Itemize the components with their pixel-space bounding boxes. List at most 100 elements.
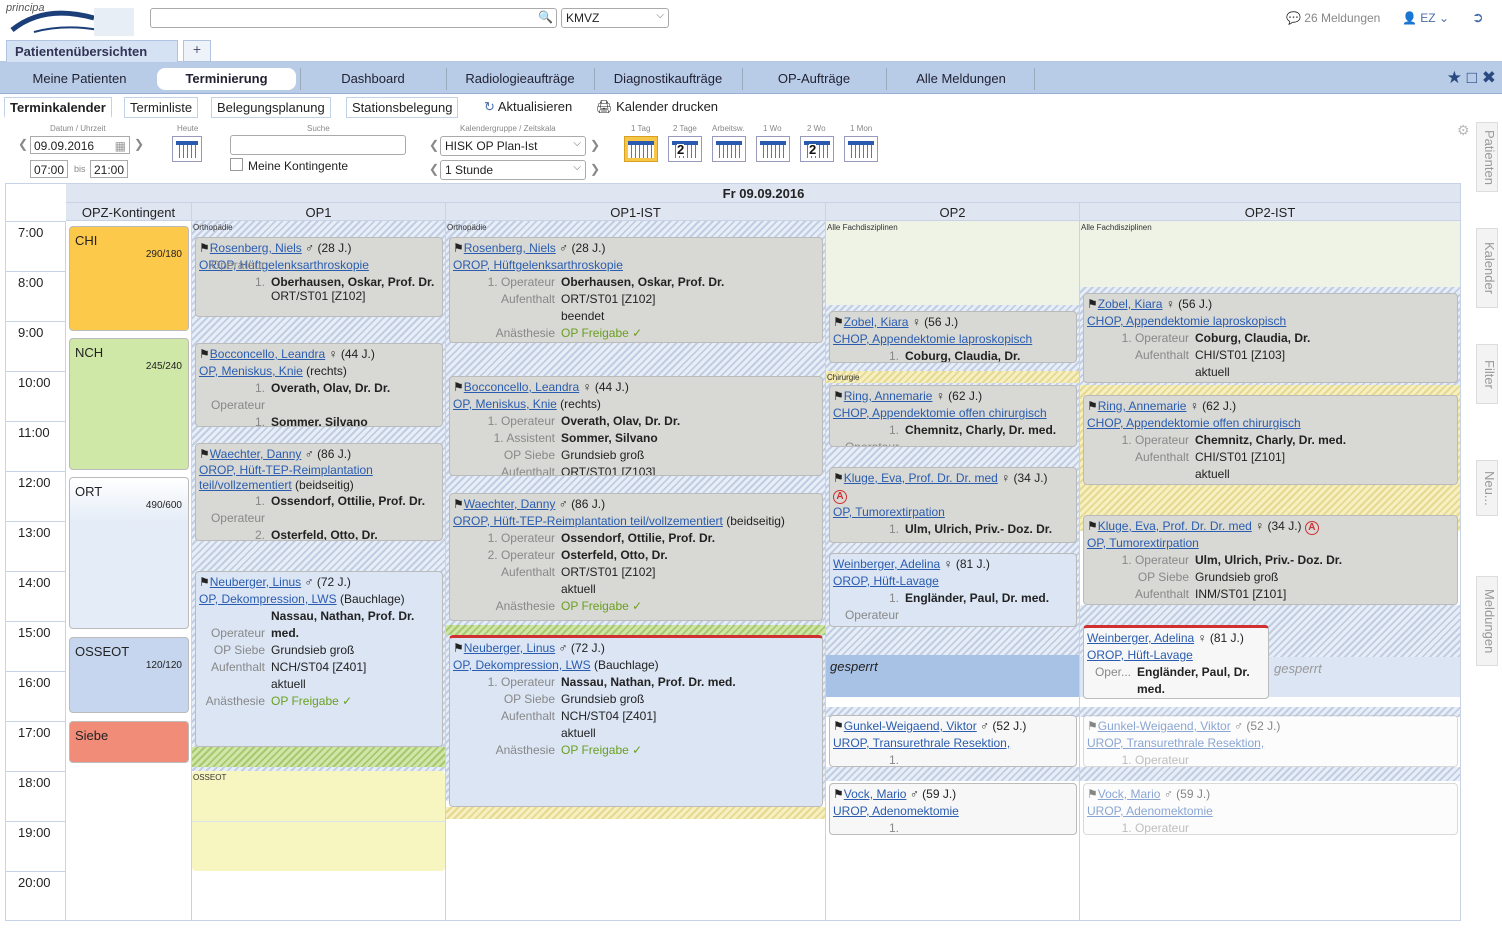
procedure-link[interactable]: UROP, Adenomektomie <box>1087 803 1454 820</box>
sidetab-neu[interactable]: Neu... <box>1476 460 1498 516</box>
contingent-osseot[interactable]: OSSEOT 120/120 <box>69 637 189 713</box>
clinic-select[interactable]: KMVZ ⌵ <box>561 8 669 28</box>
add-tab-button[interactable]: + <box>183 40 211 62</box>
procedure-link[interactable]: UROP, Transurethrale Resektion, <box>833 735 1073 752</box>
star-icon[interactable]: ★ <box>1447 68 1462 87</box>
sidetab-filter[interactable]: Filter <box>1476 344 1498 404</box>
procedure-link[interactable]: OP, Meniskus, Knie <box>199 364 303 378</box>
alert-icon[interactable]: A <box>1304 521 1319 535</box>
appointment-card[interactable]: ⚑Gunkel-Weigaend, Viktor ♂ (52 J.) UROP,… <box>1083 715 1458 767</box>
appointment-card[interactable]: ⚑Zobel, Kiara ♀ (56 J.) CHOP, Appendekto… <box>1083 293 1458 383</box>
next-scale-icon[interactable]: ❯ <box>590 162 600 176</box>
tab-terminliste[interactable]: Terminliste <box>124 97 199 118</box>
procedure-link[interactable]: OROP, Hüft-Lavage <box>1087 647 1265 664</box>
appointment-card[interactable]: ⚑Bocconcello, Leandra ♀ (44 J.) OP, Meni… <box>195 343 443 427</box>
time-from-input[interactable]: 07:00 <box>30 160 68 178</box>
today-calendar-icon[interactable] <box>172 136 202 162</box>
contingent-ort[interactable]: ORT 490/600 <box>69 477 189 629</box>
appointment-card[interactable]: ⚑Ring, Annemarie ♀ (62 J.) CHOP, Appende… <box>1083 395 1458 485</box>
maximize-icon[interactable]: □ <box>1467 68 1477 87</box>
nav-dashboard[interactable]: Dashboard <box>304 68 442 90</box>
patient-link[interactable]: Zobel, Kiara <box>844 315 909 329</box>
appointment-card[interactable]: Weinberger, Adelina ♀ (81 J.) OROP, Hüft… <box>1083 625 1269 699</box>
nav-diagnostikauftraege[interactable]: Diagnostikaufträge <box>598 68 738 90</box>
appointment-card[interactable]: ⚑Vock, Mario ♂ (59 J.) UROP, Adenomektom… <box>1083 783 1458 835</box>
tab-stationsbelegung[interactable]: Stationsbelegung <box>346 97 459 118</box>
contingent-nch[interactable]: NCH 245/240 <box>69 338 189 470</box>
procedure-link[interactable]: OROP, Hüftgelenksarthroskopie <box>453 257 819 274</box>
appointment-card[interactable]: ⚑Ring, Annemarie ♀ (62 J.) CHOP, Appende… <box>829 385 1077 447</box>
view-1-monat-button[interactable] <box>844 136 878 162</box>
procedure-link[interactable]: UROP, Transurethrale Resektion, <box>1087 735 1454 752</box>
view-2-wochen-button[interactable]: 2 <box>800 136 834 162</box>
print-button[interactable]: 🖨 Kalender drucken <box>596 99 718 115</box>
nav-op-auftraege[interactable]: OP-Aufträge <box>746 68 882 90</box>
nav-terminierung[interactable]: Terminierung <box>157 68 296 90</box>
appointment-card[interactable]: ⚑Waechter, Danny ♂ (86 J.) OROP, Hüft-TE… <box>195 443 443 541</box>
patient-link[interactable]: Bocconcello, Leandra <box>464 380 579 394</box>
contingent-checkbox[interactable] <box>230 158 243 171</box>
procedure-link[interactable]: CHOP, Appendektomie offen chirurgisch <box>1087 415 1454 432</box>
sidetab-kalender[interactable]: Kalender <box>1476 228 1498 308</box>
appointment-card[interactable]: ⚑Zobel, Kiara ♀ (56 J.) CHOP, Appendekto… <box>829 311 1077 363</box>
patient-link[interactable]: Neuberger, Linus <box>464 641 555 655</box>
procedure-link[interactable]: OROP, Hüft-TEP-Reimplantation teil/vollz… <box>453 514 723 528</box>
patient-link[interactable]: Rosenberg, Niels <box>210 241 302 255</box>
global-search-input[interactable]: 🔍 <box>150 8 557 28</box>
settings-gear-icon[interactable]: ⚙ <box>1457 122 1470 139</box>
tab-patientenuebersichten[interactable]: Patientenübersichten <box>6 40 178 62</box>
next-group-icon[interactable]: ❯ <box>590 138 600 152</box>
patient-link[interactable]: Vock, Mario <box>1098 787 1161 801</box>
patient-link[interactable]: Gunkel-Weigaend, Viktor <box>844 719 977 733</box>
patient-link[interactable]: Neuberger, Linus <box>210 575 301 589</box>
appointment-card[interactable]: ⚑Rosenberg, Niels ♂ (28 J.) OROP, Hüftge… <box>449 237 823 343</box>
refresh-button[interactable]: ↻ Aktualisieren <box>484 99 572 115</box>
patient-link[interactable]: Vock, Mario <box>844 787 907 801</box>
principa-logo[interactable]: principa <box>4 2 134 38</box>
prev-scale-icon[interactable]: ❮ <box>429 162 439 176</box>
tab-terminkalender[interactable]: Terminkalender <box>4 97 112 118</box>
procedure-link[interactable]: OROP, Hüft-Lavage <box>833 573 1073 590</box>
view-2-tage-button[interactable]: 2 <box>668 136 702 162</box>
patient-link[interactable]: Zobel, Kiara <box>1098 297 1163 311</box>
calendar-search-input[interactable] <box>230 135 406 155</box>
appointment-card[interactable]: ⚑Vock, Mario ♂ (59 J.) UROP, Adenomektom… <box>829 783 1077 835</box>
patient-link[interactable]: Weinberger, Adelina <box>833 557 940 571</box>
tab-belegungsplanung[interactable]: Belegungsplanung <box>211 97 331 118</box>
appointment-card[interactable]: ⚑Gunkel-Weigaend, Viktor ♂ (52 J.) UROP,… <box>829 715 1077 767</box>
appointment-card[interactable]: ⚑Bocconcello, Leandra ♀ (44 J.) OP, Meni… <box>449 376 823 476</box>
time-to-input[interactable]: 21:00 <box>90 160 128 178</box>
view-1-tag-button[interactable] <box>624 136 658 162</box>
logout-icon[interactable]: ➲ <box>1472 9 1484 26</box>
procedure-link[interactable]: OP, Dekompression, LWS <box>199 592 337 606</box>
nav-alle-meldungen[interactable]: Alle Meldungen <box>890 68 1032 90</box>
search-icon[interactable]: 🔍 <box>538 10 553 24</box>
procedure-link[interactable]: OP, Meniskus, Knie <box>453 397 557 411</box>
appointment-card[interactable]: ⚑Rosenberg, Niels ♂ (28 J.) OROP, Hüftge… <box>195 237 443 317</box>
contingent-siebe[interactable]: Siebe <box>69 721 189 763</box>
patient-link[interactable]: Ring, Annemarie <box>1098 399 1187 413</box>
patient-link[interactable]: Kluge, Eva, Prof. Dr. Dr. med <box>844 471 998 485</box>
appointment-card[interactable]: ⚑Waechter, Danny ♂ (86 J.) OROP, Hüft-TE… <box>449 493 823 621</box>
procedure-link[interactable]: CHOP, Appendektomie laproskopisch <box>833 331 1073 348</box>
sidetab-meldungen[interactable]: Meldungen <box>1476 576 1498 666</box>
patient-link[interactable]: Rosenberg, Niels <box>464 241 556 255</box>
procedure-link[interactable]: OP, Tumorextirpation <box>1087 535 1454 552</box>
alert-icon[interactable]: A <box>833 490 847 504</box>
procedure-link[interactable]: UROP, Adenomektomie <box>833 803 1073 820</box>
sidetab-patienten[interactable]: Patienten <box>1476 122 1498 192</box>
calendar-group-select[interactable]: HISK OP Plan-Ist ⌵ <box>440 136 586 156</box>
procedure-link[interactable]: OP, Dekompression, LWS <box>453 658 591 672</box>
patient-link[interactable]: Kluge, Eva, Prof. Dr. Dr. med <box>1098 519 1252 533</box>
appointment-card[interactable]: ⚑Kluge, Eva, Prof. Dr. Dr. med ♀ (34 J.)… <box>829 467 1077 543</box>
appointment-card[interactable]: ⚑Neuberger, Linus ♂ (72 J.) OP, Dekompre… <box>195 571 443 747</box>
time-scale-select[interactable]: 1 Stunde ⌵ <box>440 160 586 180</box>
close-icon[interactable]: ✖ <box>1482 68 1496 87</box>
patient-link[interactable]: Waechter, Danny <box>464 497 556 511</box>
appointment-card[interactable]: Weinberger, Adelina ♀ (81 J.) OROP, Hüft… <box>829 553 1077 627</box>
date-input[interactable]: 09.09.2016 ▦ <box>30 136 130 154</box>
patient-link[interactable]: Waechter, Danny <box>210 447 302 461</box>
messages-link[interactable]: 💬 26 Meldungen <box>1286 11 1380 25</box>
prev-group-icon[interactable]: ❮ <box>429 138 439 152</box>
appointment-card[interactable]: ⚑Neuberger, Linus ♂ (72 J.) OP, Dekompre… <box>449 635 823 807</box>
